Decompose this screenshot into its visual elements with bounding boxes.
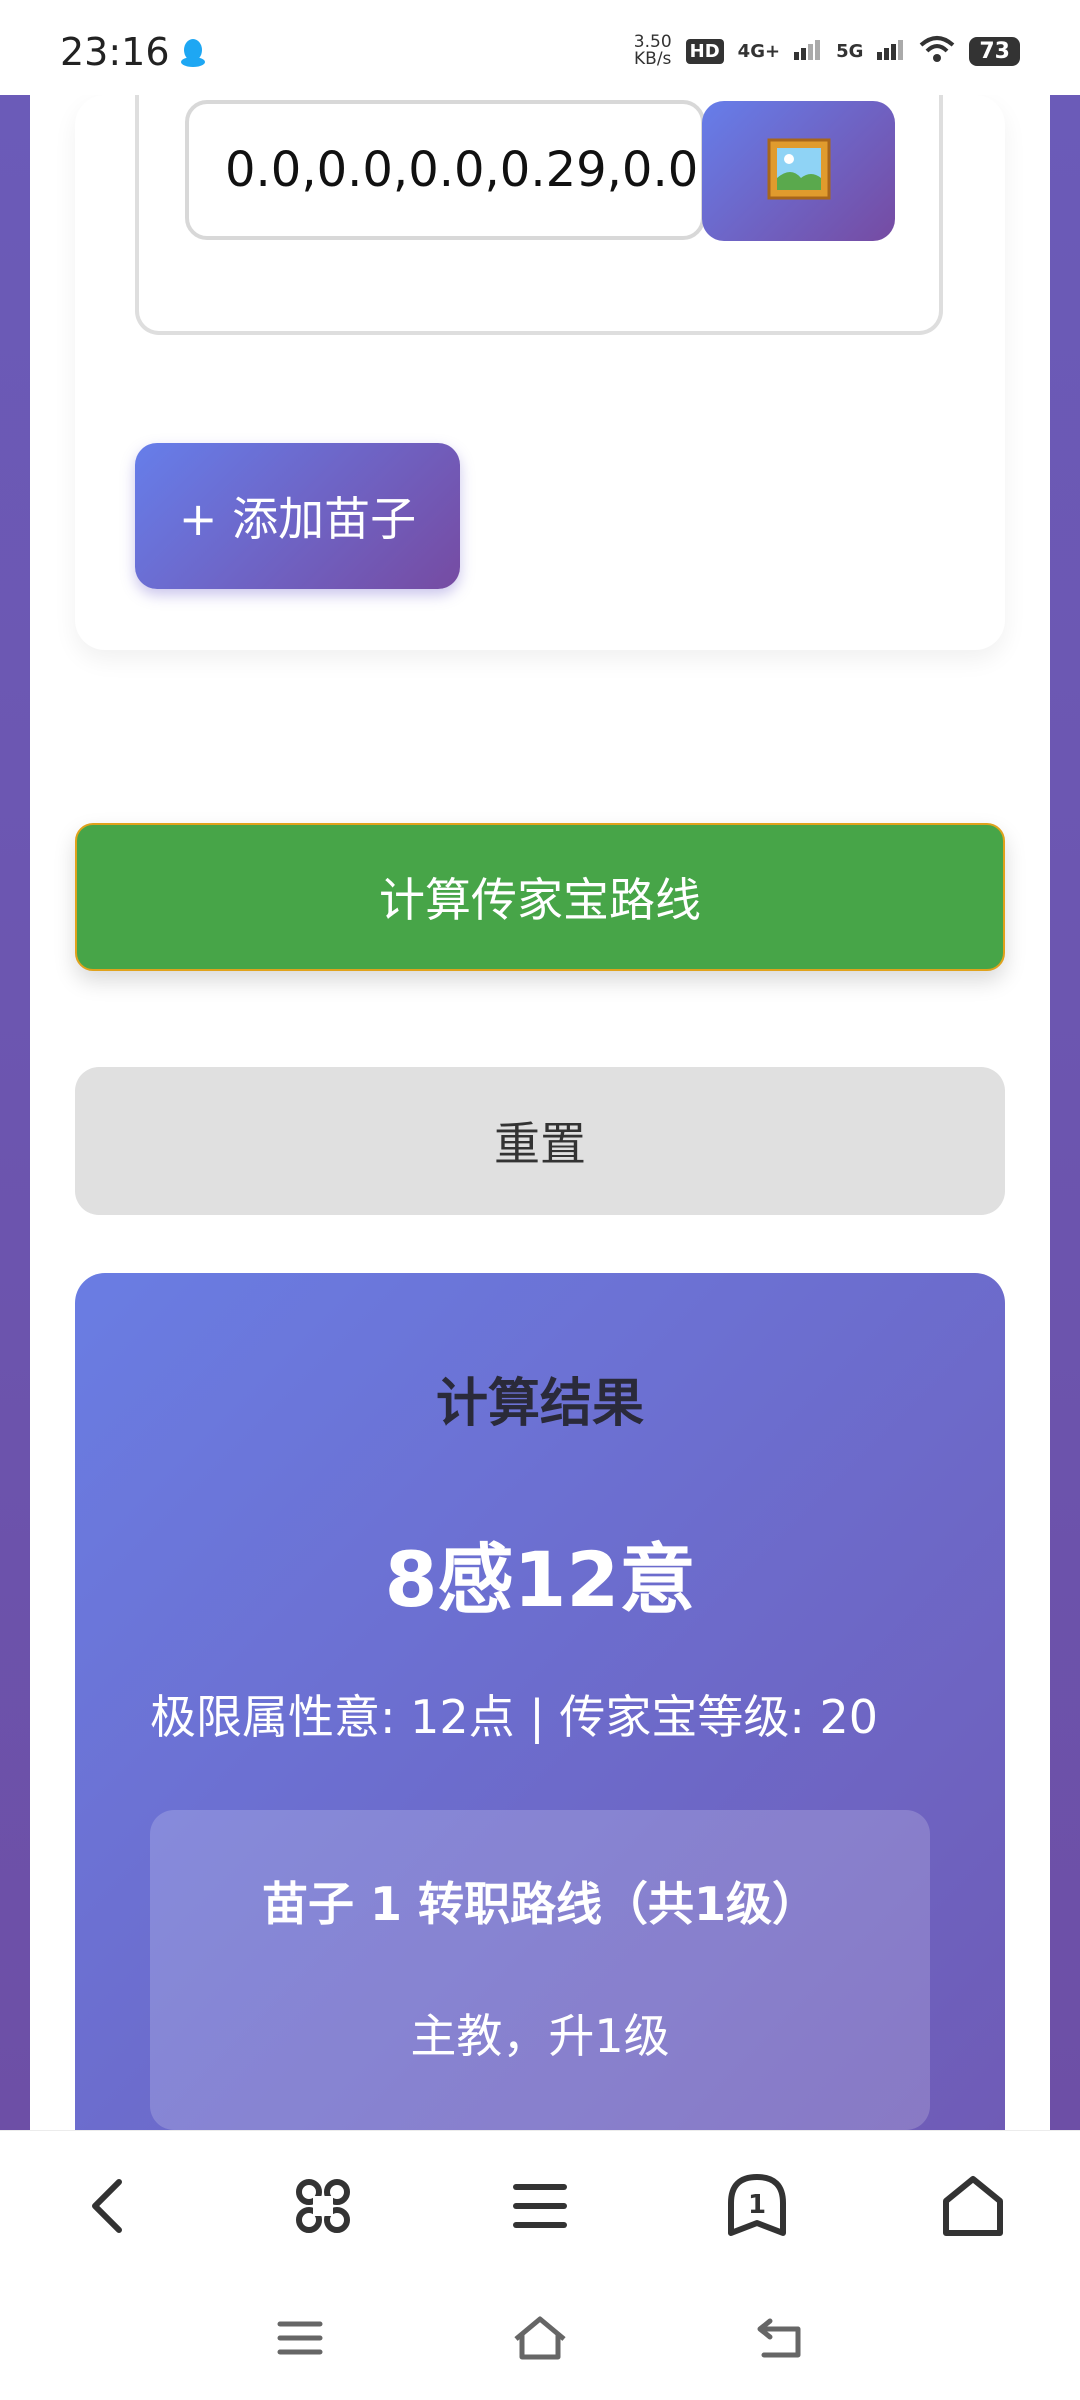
add-seedling-button[interactable]: + 添加苗子 (135, 443, 460, 589)
result-title: 计算结果 (435, 1374, 644, 1434)
route-title: 苗子 1 转职路线（共1级） (261, 1877, 819, 1931)
speed-unit: KB/s (634, 49, 672, 69)
browser-toolbar: 1 (0, 2130, 1080, 2281)
signal-4g-label: 4G+ (737, 40, 781, 62)
hd-badge: HD (685, 38, 724, 64)
upload-image-button[interactable] (702, 101, 895, 241)
result-card: 计算结果 8感12意 极限属性意: 12点 | 传家宝等级: 20 苗子 1 转… (75, 1273, 1005, 2133)
recent-apps-icon[interactable] (270, 2308, 330, 2368)
signal-5g-label: 5G (836, 40, 864, 62)
status-time: 23:16 (60, 30, 170, 74)
reset-button[interactable]: 重置 (75, 1067, 1005, 1215)
system-navigation-bar (0, 2280, 1080, 2400)
system-home-icon[interactable] (510, 2308, 570, 2368)
signal-bars-icon (794, 38, 822, 65)
tabs-icon[interactable]: 1 (722, 2171, 792, 2241)
battery-indicator: 73 (969, 36, 1020, 66)
seedling-values-input[interactable]: 0.0,0.0,0.0,0.29,0.0 (185, 100, 705, 240)
calculate-route-button[interactable]: 计算传家宝路线 (75, 823, 1005, 971)
route-step: 主教，升1级 (410, 2009, 670, 2063)
result-value: 8感12意 (384, 1535, 696, 1624)
back-icon[interactable] (72, 2171, 142, 2241)
command-icon[interactable] (288, 2171, 358, 2241)
status-bar: 23:16 3.50 KB/s HD 4G+ 5G 73 (0, 0, 1080, 95)
system-back-icon[interactable] (750, 2308, 810, 2368)
framed-picture-icon (767, 138, 831, 204)
network-speed: 3.50 KB/s (634, 34, 672, 68)
signal-bars-icon-2 (877, 38, 905, 65)
menu-icon[interactable] (505, 2171, 575, 2241)
tab-count: 1 (748, 2190, 766, 2220)
home-icon[interactable] (938, 2171, 1008, 2241)
route-box: 苗子 1 转职路线（共1级） 主教，升1级 (150, 1810, 930, 2130)
wifi-icon (919, 35, 955, 68)
status-indicators: 3.50 KB/s HD 4G+ 5G 73 (634, 34, 1020, 68)
result-detail: 极限属性意: 12点 | 传家宝等级: 20 (150, 1690, 879, 1744)
qq-penguin-icon (180, 38, 206, 72)
